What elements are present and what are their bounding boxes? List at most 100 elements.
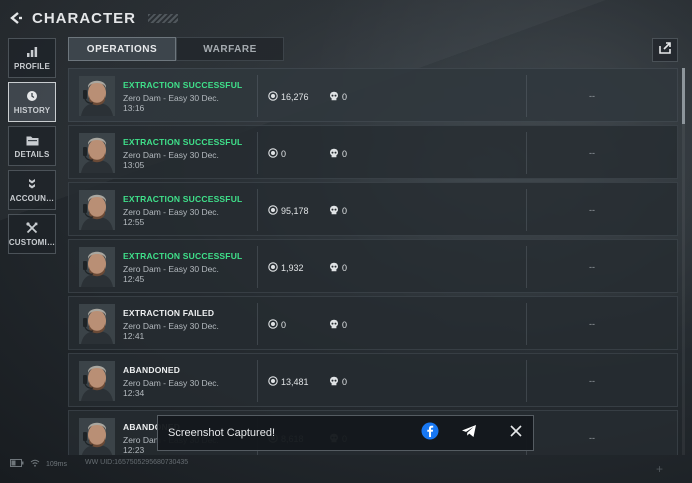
ping-readout: 109ms	[46, 460, 68, 468]
plus-icon: +	[656, 462, 664, 476]
skull-icon	[329, 91, 339, 103]
coin-icon	[268, 205, 278, 217]
kills-stat: 0	[329, 91, 347, 103]
row-divider	[257, 360, 258, 402]
row-divider	[257, 189, 258, 231]
tab-warfare[interactable]: WARFARE	[176, 37, 284, 61]
folder-icon	[25, 133, 39, 147]
row-extra: --	[589, 319, 595, 329]
match-date: 30 Dec.	[189, 93, 219, 103]
skull-icon	[329, 262, 339, 274]
sidebar-item-label: CUSTOMI…	[8, 238, 56, 247]
match-time: 13:05	[123, 160, 145, 170]
avatar	[79, 76, 115, 116]
match-status: EXTRACTION FAILED	[123, 308, 215, 318]
scrollbar-thumb[interactable]	[682, 68, 685, 124]
row-divider	[526, 75, 527, 117]
match-map-date: Zero Dam - Easy 30 Dec.	[123, 264, 219, 274]
kills-count: 0	[342, 149, 348, 159]
kills-stat: 0	[329, 376, 347, 388]
history-list: EXTRACTION SUCCESSFUL Zero Dam - Easy 30…	[68, 68, 678, 455]
close-toast-button[interactable]	[504, 421, 528, 445]
share-icon	[658, 41, 672, 60]
skull-icon	[329, 205, 339, 217]
avatar	[79, 418, 115, 455]
avatar	[79, 190, 115, 230]
row-divider	[526, 303, 527, 345]
row-extra: --	[589, 205, 595, 215]
scrollbar-track[interactable]	[682, 68, 685, 455]
wifi-icon	[30, 459, 40, 469]
sidebar-item-account[interactable]: ACCOUN…	[8, 170, 56, 210]
page-title: CHARACTER	[32, 9, 136, 27]
facebook-share-button[interactable]	[418, 421, 442, 445]
avatar	[79, 304, 115, 344]
match-time: 12:23	[123, 445, 145, 455]
coin-icon	[268, 148, 278, 160]
coin-icon	[268, 319, 278, 331]
kills-count: 0	[342, 92, 348, 102]
sidebar-item-details[interactable]: DETAILS	[8, 126, 56, 166]
history-row[interactable]: EXTRACTION SUCCESSFUL Zero Dam - Easy 30…	[68, 182, 678, 236]
history-row[interactable]: EXTRACTION SUCCESSFUL Zero Dam - Easy 30…	[68, 239, 678, 293]
toast-message: Screenshot Captured!	[168, 427, 276, 439]
facebook-icon	[421, 422, 439, 445]
match-status: EXTRACTION SUCCESSFUL	[123, 80, 243, 90]
sidebar-item-history[interactable]: HISTORY	[8, 82, 56, 122]
status-footer: 109ms	[10, 459, 67, 469]
sidebar-item-customize[interactable]: CUSTOMI…	[8, 214, 56, 254]
sidebar-item-label: PROFILE	[13, 62, 51, 71]
tab-operations[interactable]: OPERATIONS	[68, 37, 176, 61]
account-badge-icon	[25, 177, 39, 191]
kills-count: 0	[342, 206, 348, 216]
row-extra: --	[589, 91, 595, 101]
clock-icon	[25, 89, 39, 103]
match-map-date: Zero Dam - Easy 30 Dec.	[123, 378, 219, 388]
sidebar-item-profile[interactable]: PROFILE	[8, 38, 56, 78]
value-amount: 0	[281, 320, 287, 330]
match-status: EXTRACTION SUCCESSFUL	[123, 137, 243, 147]
telegram-share-button[interactable]	[457, 421, 481, 445]
tab-bar: OPERATIONS WARFARE	[68, 37, 284, 61]
match-map-date: Zero Dam - Easy 30 Dec.	[123, 207, 219, 217]
match-status: EXTRACTION SUCCESSFUL	[123, 194, 243, 204]
tools-icon	[25, 221, 39, 235]
kills-stat: 0	[329, 148, 347, 160]
share-button[interactable]	[652, 38, 678, 62]
value-amount: 95,178	[281, 206, 309, 216]
row-divider	[526, 360, 527, 402]
match-map-date: Zero Dam - Easy 30 Dec.	[123, 321, 219, 331]
match-time: 13:16	[123, 103, 145, 113]
sidebar-item-label: ACCOUN…	[9, 194, 55, 203]
value-stat: 13,481	[268, 376, 309, 388]
match-map-date: Zero Dam - Easy 30 Dec.	[123, 93, 219, 103]
skull-icon	[329, 376, 339, 388]
map-name: Zero Dam - Easy	[123, 93, 188, 103]
row-extra: --	[589, 262, 595, 272]
back-arrow-icon[interactable]	[8, 10, 24, 26]
avatar	[79, 247, 115, 287]
value-stat: 95,178	[268, 205, 309, 217]
match-status: ABANDONED	[123, 365, 181, 375]
value-amount: 1,932	[281, 263, 304, 273]
value-amount: 16,276	[281, 92, 309, 102]
sidebar-item-label: DETAILS	[14, 150, 50, 159]
history-row[interactable]: EXTRACTION SUCCESSFUL Zero Dam - Easy 30…	[68, 68, 678, 122]
map-name: Zero Dam - Easy	[123, 378, 188, 388]
avatar	[79, 361, 115, 401]
row-divider	[257, 132, 258, 174]
map-name: Zero Dam - Easy	[123, 321, 188, 331]
history-row[interactable]: EXTRACTION FAILED Zero Dam - Easy 30 Dec…	[68, 296, 678, 350]
row-divider	[257, 303, 258, 345]
kills-stat: 0	[329, 262, 347, 274]
kills-stat: 0	[329, 205, 347, 217]
send-icon	[461, 423, 477, 444]
match-date: 30 Dec.	[189, 150, 219, 160]
coin-icon	[268, 376, 278, 388]
history-row[interactable]: ABANDONED Zero Dam - Easy 30 Dec. 12:34 …	[68, 353, 678, 407]
value-amount: 0	[281, 149, 287, 159]
value-stat: 1,932	[268, 262, 304, 274]
history-row[interactable]: EXTRACTION SUCCESSFUL Zero Dam - Easy 30…	[68, 125, 678, 179]
value-stat: 0	[268, 148, 286, 160]
match-time: 12:41	[123, 331, 145, 341]
